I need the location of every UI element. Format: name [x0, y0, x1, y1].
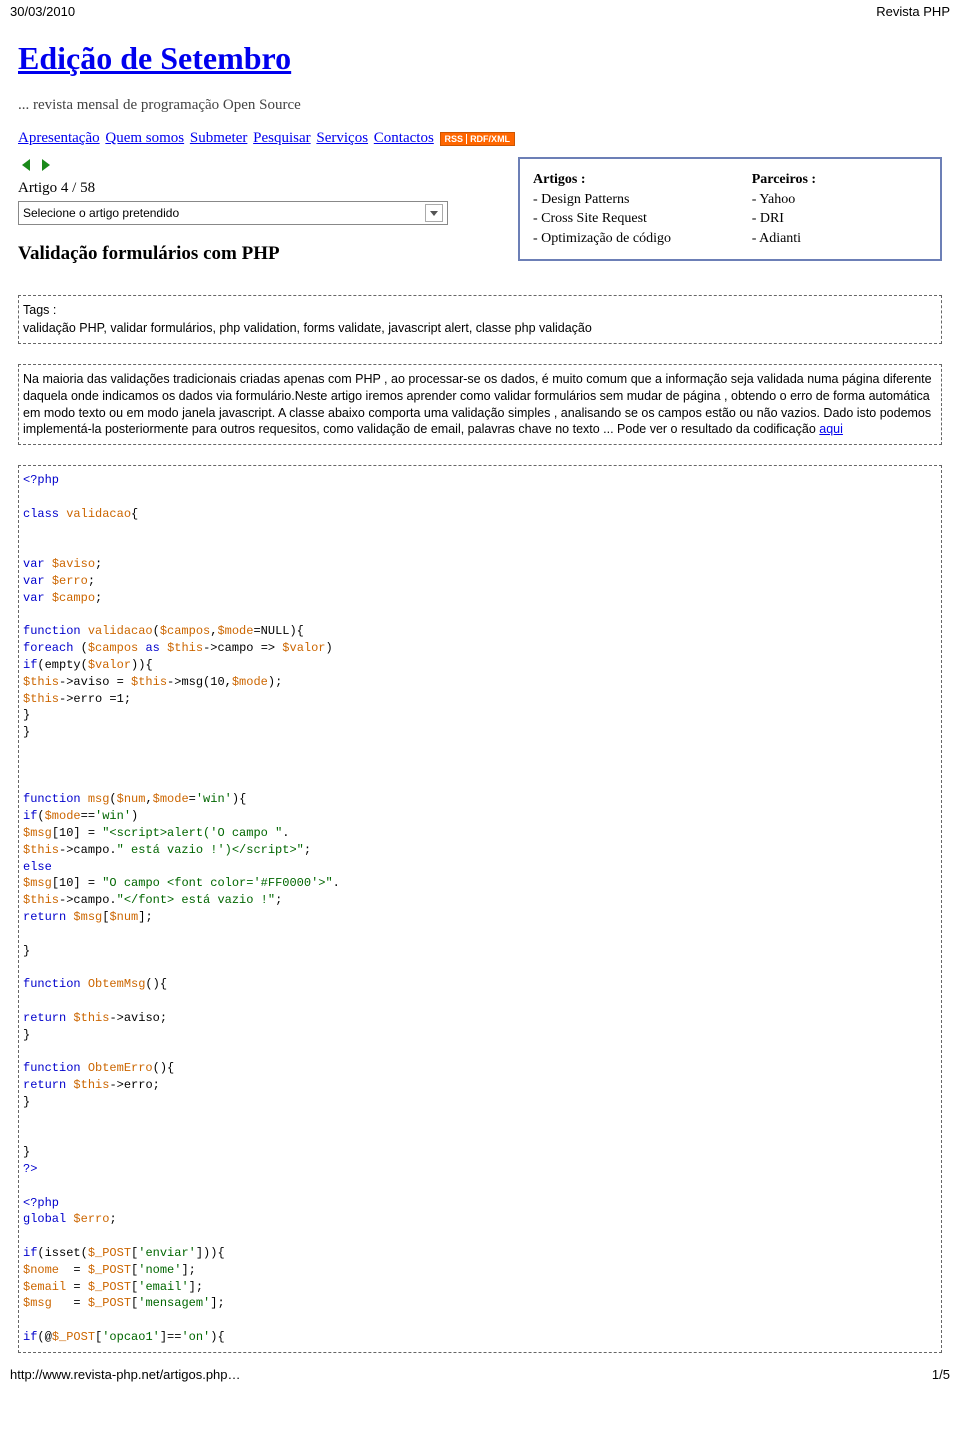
- arrow-left-icon[interactable]: [18, 157, 34, 173]
- nav-pesquisar[interactable]: Pesquisar: [253, 130, 311, 146]
- article-body: Na maioria das validações tradicionais c…: [18, 364, 942, 446]
- sidebar-item[interactable]: - DRI: [752, 211, 784, 226]
- pagination-arrows: [18, 157, 498, 176]
- sidebar-box: Artigos : - Design Patterns - Cross Site…: [518, 157, 942, 261]
- rss-format: RDF/XML: [470, 134, 510, 144]
- sidebar-item[interactable]: - Design Patterns: [533, 192, 629, 207]
- tags-text: validação PHP, validar formulários, php …: [23, 320, 937, 337]
- tags-title: Tags :: [23, 302, 937, 319]
- rss-badge[interactable]: RSSRDF/XML: [440, 132, 516, 146]
- nav-apresentacao[interactable]: Apresentação: [18, 130, 100, 146]
- header-site: Revista PHP: [876, 4, 950, 19]
- body-link-aqui[interactable]: aqui: [819, 422, 843, 436]
- content: Edição de Setembro ... revista mensal de…: [0, 23, 960, 1353]
- nav-quem-somos[interactable]: Quem somos: [105, 130, 184, 146]
- rss-label: RSS: [445, 134, 468, 144]
- sidebar-item[interactable]: - Optimização de código: [533, 231, 671, 246]
- header-date: 30/03/2010: [10, 4, 75, 19]
- page-header: 30/03/2010 Revista PHP: [0, 0, 960, 23]
- tags-box: Tags : validação PHP, validar formulário…: [18, 295, 942, 344]
- article-select[interactable]: Selecione o artigo pretendido: [18, 201, 448, 225]
- sidebar-item[interactable]: - Yahoo: [752, 192, 796, 207]
- nav-contactos[interactable]: Contactos: [374, 130, 434, 146]
- subtitle: ... revista mensal de programação Open S…: [18, 97, 942, 114]
- sidebar-item[interactable]: - Adianti: [752, 231, 801, 246]
- nav-servicos[interactable]: Serviços: [316, 130, 368, 146]
- chevron-down-icon[interactable]: [425, 204, 443, 222]
- section-title: Validação formulários com PHP: [18, 243, 498, 265]
- page-title[interactable]: Edição de Setembro: [18, 40, 942, 77]
- footer-page: 1/5: [932, 1367, 950, 1382]
- article-counter: Artigo 4 / 58: [18, 180, 498, 197]
- top-nav: Apresentação Quem somos Submeter Pesquis…: [18, 130, 942, 147]
- sidebar-col1-title: Artigos :: [533, 172, 586, 187]
- select-placeholder: Selecione o artigo pretendido: [23, 206, 179, 220]
- body-text: Na maioria das validações tradicionais c…: [23, 372, 932, 437]
- code-block: <?php class validacao{ var $aviso; var $…: [18, 465, 942, 1352]
- sidebar-item[interactable]: - Cross Site Request: [533, 211, 647, 226]
- page-footer: http://www.revista-php.net/artigos.php… …: [0, 1363, 960, 1386]
- arrow-right-icon[interactable]: [38, 157, 54, 173]
- sidebar-col2-title: Parceiros :: [752, 172, 816, 187]
- footer-url: http://www.revista-php.net/artigos.php…: [10, 1367, 241, 1382]
- nav-submeter[interactable]: Submeter: [190, 130, 248, 146]
